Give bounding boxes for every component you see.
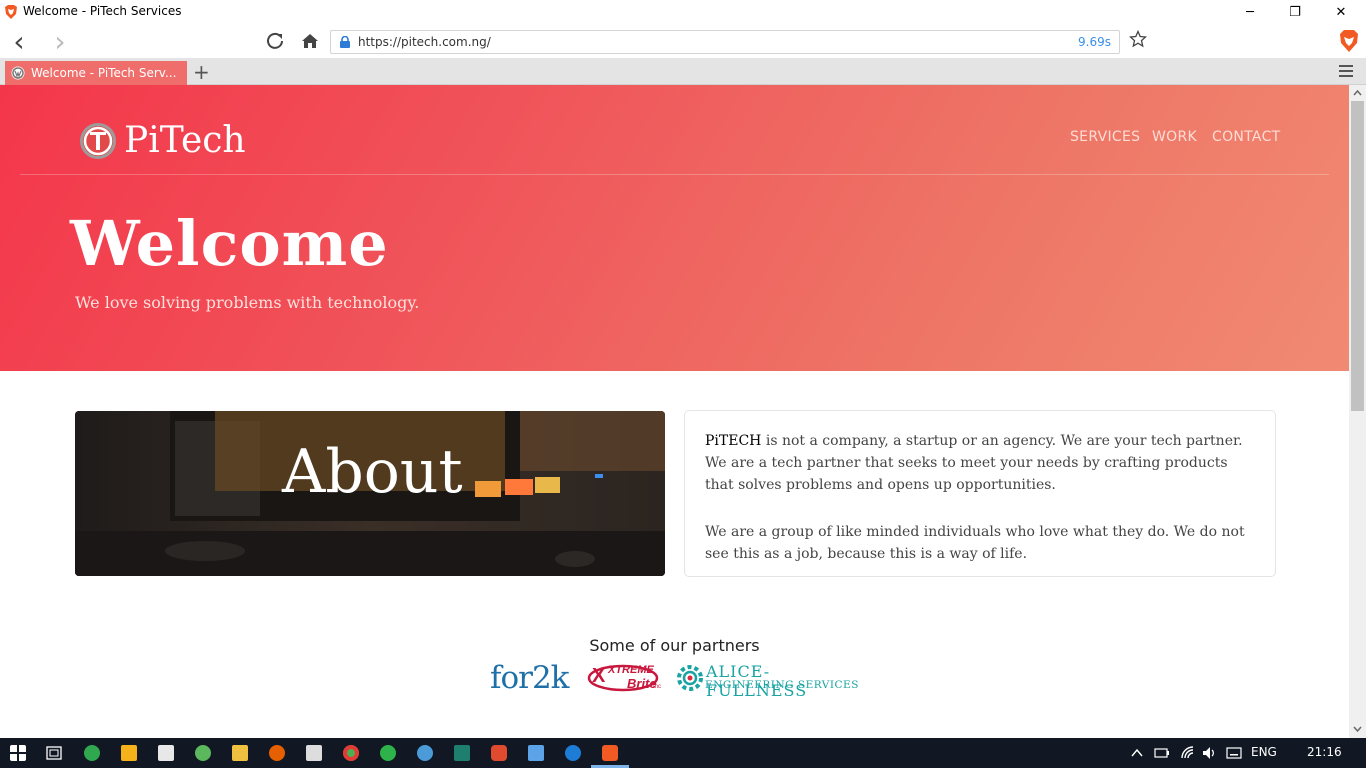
- hero-title: Welcome: [70, 207, 389, 280]
- app-icon-globe[interactable]: [417, 745, 433, 761]
- scroll-down-arrow-icon[interactable]: [1353, 725, 1362, 733]
- file-explorer-icon[interactable]: [232, 745, 248, 761]
- header-divider: [20, 174, 1329, 175]
- about-title: About: [282, 437, 463, 507]
- task-view-icon[interactable]: [46, 745, 62, 761]
- mail-icon[interactable]: [306, 745, 322, 761]
- browser-toolbar: ‹ › https://pitech.com.ng/ 9.69s: [0, 24, 1366, 58]
- chevron-up-icon[interactable]: [1131, 748, 1143, 758]
- new-tab-button[interactable]: +: [193, 60, 210, 84]
- url-text[interactable]: https://pitech.com.ng/: [358, 35, 491, 49]
- home-icon[interactable]: [299, 30, 321, 52]
- back-button[interactable]: ‹: [8, 25, 30, 58]
- store-icon[interactable]: [158, 745, 174, 761]
- about-paragraph-1: PiTECH is not a company, a startup or an…: [705, 430, 1255, 496]
- clock[interactable]: 21:16: [1307, 745, 1342, 759]
- scroll-up-arrow-icon[interactable]: [1353, 89, 1362, 97]
- tab-welcome[interactable]: Welcome - PiTech Serv...: [5, 61, 187, 85]
- hamburger-menu-icon[interactable]: [1338, 64, 1354, 78]
- upwork-icon[interactable]: [84, 745, 100, 761]
- battery-icon[interactable]: [1154, 747, 1170, 759]
- restore-button[interactable]: ❐: [1272, 0, 1318, 24]
- about-brand: PiTECH: [705, 433, 762, 449]
- svg-text:X: X: [592, 665, 606, 687]
- firefox-icon[interactable]: [269, 745, 285, 761]
- hero-section: PiTech SERVICES WORK CONTACT Welcome We …: [0, 85, 1349, 371]
- window-title: Welcome - PiTech Services: [23, 4, 182, 18]
- logo-text: PiTech: [124, 120, 246, 161]
- reload-icon[interactable]: [264, 30, 286, 52]
- partners-title: Some of our partners: [589, 636, 760, 655]
- about-paragraph-2: We are a group of like minded individual…: [705, 524, 1245, 562]
- lock-icon: [340, 36, 350, 48]
- wifi-icon[interactable]: [1180, 746, 1196, 760]
- bookmark-star-icon[interactable]: [1129, 30, 1147, 48]
- hero-tagline: We love solving problems with technology…: [75, 293, 420, 312]
- window-titlebar: Welcome - PiTech Services ─ ❐ ✕: [0, 0, 1366, 24]
- media-player-icon[interactable]: [121, 745, 137, 761]
- engineering-services-text: ENGINEERING SERVICES: [705, 679, 859, 691]
- tab-label: Welcome - PiTech Serv...: [31, 66, 177, 80]
- close-button[interactable]: ✕: [1318, 0, 1364, 24]
- brave-logo-icon: [5, 5, 17, 19]
- wordpress-favicon-icon: [11, 66, 25, 80]
- pitech-logo-icon: [80, 122, 116, 159]
- volume-icon[interactable]: [1202, 746, 1218, 760]
- language-indicator[interactable]: ENG: [1251, 745, 1277, 759]
- partner-for2k[interactable]: for2k: [490, 660, 569, 696]
- xtreme-suffix: Inc: [653, 684, 662, 690]
- app-icon-green[interactable]: [380, 745, 396, 761]
- edge-icon[interactable]: [565, 745, 581, 761]
- app-icon-orange[interactable]: [491, 745, 507, 761]
- partner-xtreme-brite[interactable]: X XTREME Brite Inc: [587, 662, 665, 694]
- nav-contact[interactable]: CONTACT: [1212, 129, 1281, 145]
- scrollbar-thumb[interactable]: [1351, 101, 1364, 411]
- utorrent-icon[interactable]: [195, 745, 211, 761]
- keyboard-icon[interactable]: [1226, 746, 1242, 760]
- site-logo[interactable]: PiTech: [78, 120, 246, 161]
- chrome-icon[interactable]: [343, 745, 359, 761]
- windows-taskbar: ENG 21:16: [0, 738, 1366, 768]
- partner-alice-fullness[interactable]: ALICE-FULLNESS ENGINEERING SERVICES: [676, 662, 866, 700]
- gear-icon: [677, 665, 703, 691]
- windows-start-icon[interactable]: [10, 745, 26, 761]
- about-card: PiTECH is not a company, a startup or an…: [684, 410, 1276, 577]
- xtreme-text: XTREME: [608, 664, 654, 676]
- app-icon-window[interactable]: [528, 745, 544, 761]
- nav-work[interactable]: WORK: [1152, 129, 1197, 145]
- about-paragraph-1-text: is not a company, a startup or an agency…: [705, 433, 1243, 493]
- forward-button[interactable]: ›: [49, 25, 71, 58]
- load-time: 9.69s: [1078, 35, 1111, 49]
- nav-services[interactable]: SERVICES: [1070, 129, 1140, 145]
- editor-icon[interactable]: [454, 745, 470, 761]
- address-bar[interactable]: https://pitech.com.ng/ 9.69s: [330, 30, 1120, 54]
- brave-lion-icon[interactable]: [1338, 29, 1360, 53]
- minimize-button[interactable]: ─: [1227, 0, 1273, 24]
- brave-taskbar-icon[interactable]: [602, 745, 618, 761]
- tab-strip: Welcome - PiTech Serv... +: [0, 58, 1366, 85]
